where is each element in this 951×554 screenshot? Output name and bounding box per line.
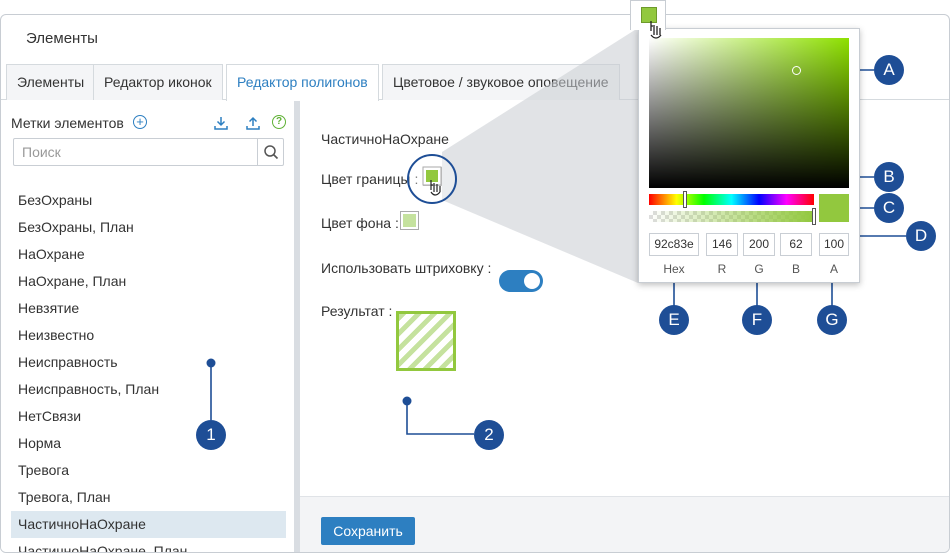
callout-e: E	[659, 305, 689, 335]
sidebar-header: Метки элементов	[11, 115, 124, 131]
list-item[interactable]: Неисправность	[11, 349, 286, 376]
tab-elements[interactable]: Элементы	[6, 64, 96, 100]
add-label-icon[interactable]: +	[133, 115, 147, 129]
g-input[interactable]: 200	[743, 233, 775, 256]
tab-polygon-editor[interactable]: Редактор полигонов	[226, 64, 379, 101]
list-item[interactable]: Тревога, План	[11, 484, 286, 511]
list-item[interactable]: НаОхране	[11, 241, 286, 268]
save-button[interactable]: Сохранить	[321, 517, 415, 545]
search-button[interactable]	[257, 139, 283, 165]
hue-slider-thumb[interactable]	[683, 191, 687, 208]
window-title: Элементы	[26, 30, 98, 47]
list-item[interactable]: Неизвестно	[11, 322, 286, 349]
r-label: R	[717, 262, 727, 276]
border-color-swatch[interactable]	[423, 167, 442, 186]
list-item[interactable]: БезОхраны, План	[11, 214, 286, 241]
alpha-slider[interactable]	[649, 208, 816, 225]
upload-icon[interactable]	[245, 115, 261, 131]
download-icon[interactable]	[213, 115, 229, 131]
tab-color-sound-alert[interactable]: Цветовое / звуковое оповещение	[382, 64, 620, 100]
color-preview	[819, 194, 849, 222]
callout-f: F	[742, 305, 772, 335]
b-input[interactable]: 62	[780, 233, 812, 256]
result-preview	[396, 311, 456, 371]
hatch-toggle[interactable]	[499, 270, 543, 292]
hand-cursor-icon	[650, 21, 662, 39]
border-color-label: Цвет границы :	[321, 171, 419, 187]
fill-color-swatch[interactable]	[400, 211, 419, 230]
picker-source-swatch[interactable]	[630, 0, 666, 39]
list-item[interactable]: НаОхране, План	[11, 268, 286, 295]
search-box	[13, 138, 284, 166]
sv-marker[interactable]	[792, 66, 801, 75]
hex-label: Hex	[663, 262, 685, 276]
toggle-knob	[524, 273, 540, 289]
callout-c: C	[874, 193, 904, 223]
saturation-value-area[interactable]	[649, 38, 849, 188]
label-list: БезОхраны БезОхраны, План НаОхране НаОхр…	[11, 187, 286, 552]
list-item[interactable]: Невзятие	[11, 295, 286, 322]
r-input[interactable]: 146	[706, 233, 738, 256]
callout-1: 1	[196, 420, 226, 450]
callout-a: A	[874, 55, 904, 85]
list-item[interactable]: Норма	[11, 430, 286, 457]
color-picker-popup: 92c83e 146 200 62 100 Hex R G B A	[638, 28, 860, 283]
sidebar: Метки элементов + ? БезОхраны БезОхраны,…	[1, 101, 297, 552]
a-input[interactable]: 100	[819, 233, 849, 256]
result-label: Результат :	[321, 303, 393, 319]
list-item[interactable]: Неисправность, План	[11, 376, 286, 403]
list-item[interactable]: БезОхраны	[11, 187, 286, 214]
tab-icon-editor[interactable]: Редактор иконок	[93, 64, 223, 100]
search-icon	[264, 145, 279, 160]
a-label: A	[829, 262, 838, 276]
footer-bar: Сохранить	[300, 496, 949, 552]
hue-slider[interactable]	[649, 191, 814, 208]
g-label: G	[754, 262, 764, 276]
callout-g: G	[817, 305, 847, 335]
list-item[interactable]: НетСвязи	[11, 403, 286, 430]
callout-b: B	[874, 162, 904, 192]
b-label: B	[791, 262, 800, 276]
element-name: ЧастичноНаОхране	[321, 131, 449, 147]
callout-d: D	[906, 221, 936, 251]
alpha-slider-thumb[interactable]	[812, 208, 816, 225]
fill-color-label: Цвет фона :	[321, 215, 399, 231]
hatch-label: Использовать штриховку :	[321, 260, 492, 276]
help-icon[interactable]: ?	[272, 115, 286, 129]
search-input[interactable]	[14, 139, 258, 165]
list-item[interactable]: ЧастичноНаОхране, План	[11, 538, 286, 552]
list-item[interactable]: Тревога	[11, 457, 286, 484]
list-item-selected[interactable]: ЧастичноНаОхране	[11, 511, 286, 538]
hex-input[interactable]: 92c83e	[649, 233, 699, 256]
callout-2: 2	[474, 420, 504, 450]
